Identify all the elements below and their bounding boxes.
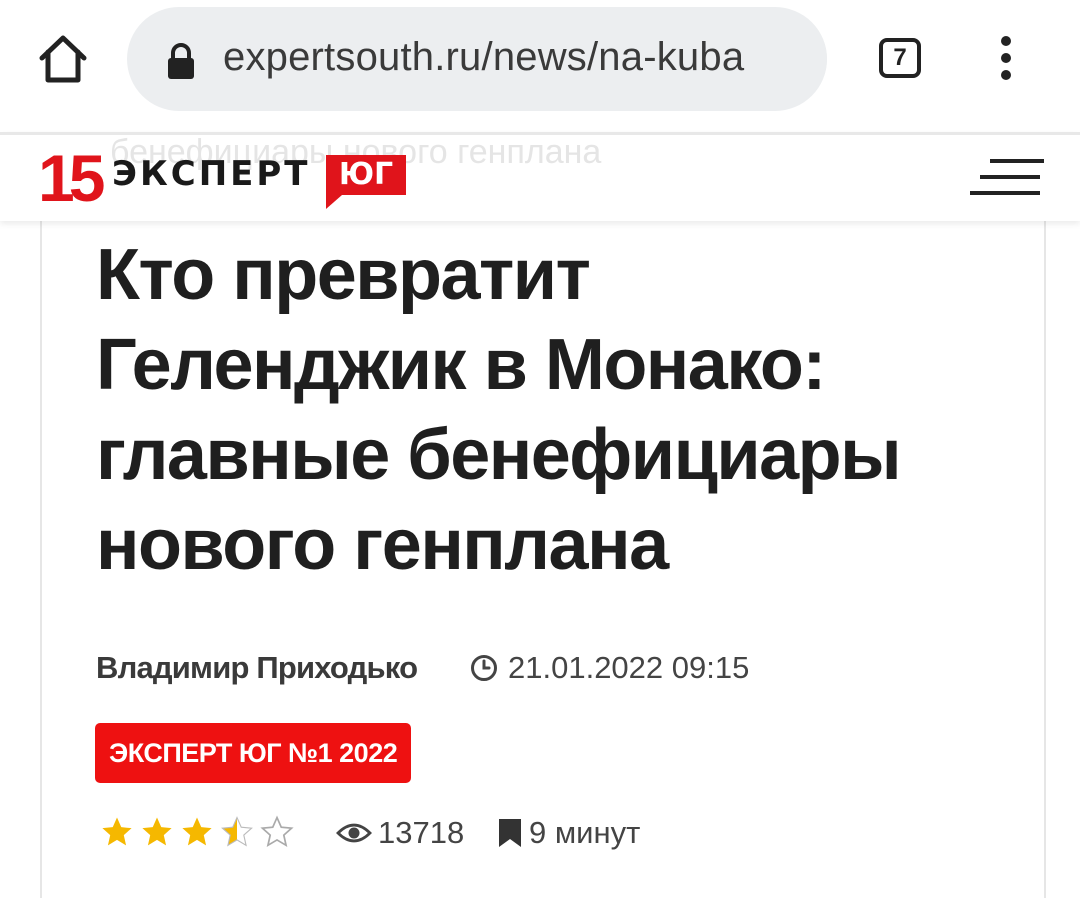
address-bar[interactable]: expertsouth.ru/news/na-kuba (127, 7, 827, 111)
headline-line: Геленджик в Монако: (96, 325, 826, 405)
star-empty-icon[interactable] (260, 815, 294, 849)
headline-line: главные бенефициары (96, 415, 902, 495)
clock-icon (470, 654, 498, 682)
read-time-text: 9 минут (529, 815, 641, 850)
eye-icon (336, 821, 372, 845)
tabs-icon[interactable]: 7 (879, 38, 921, 78)
lock-icon (165, 41, 197, 81)
headline-line: нового генплана (96, 505, 669, 585)
issue-badge[interactable]: ЭКСПЕРТ ЮГ №1 2022 (95, 723, 412, 783)
home-icon[interactable] (34, 30, 92, 88)
more-vert-icon[interactable] (996, 36, 1016, 84)
site-header: бенефициары нового генплана 15 ЭКСПЕРТ Ю… (0, 132, 1080, 221)
star-half-icon[interactable] (220, 815, 254, 849)
author-link[interactable]: Владимир Приходько (96, 650, 418, 686)
url-text: expertsouth.ru/news/na-kuba (223, 35, 745, 79)
star-icon[interactable] (180, 815, 214, 849)
hamburger-menu-icon[interactable] (970, 157, 1044, 197)
star-icon[interactable] (140, 815, 174, 849)
headline-line: Кто превратит (96, 235, 591, 315)
star-icon[interactable] (100, 815, 134, 849)
logo-region-tail (326, 195, 342, 209)
views-text: 13718 (378, 815, 465, 850)
logo-region: ЮГ (326, 155, 406, 195)
url-fade (787, 7, 827, 111)
date-text: 21.01.2022 09:15 (508, 650, 750, 685)
logo-name: ЭКСПЕРТ (112, 154, 311, 194)
browser-toolbar: expertsouth.ru/news/na-kuba 7 (0, 0, 1080, 120)
article-headline: Кто превратит Геленджик в Монако: главны… (96, 230, 976, 590)
bookmark-icon (497, 818, 523, 848)
logo-number: 15 (38, 141, 105, 215)
